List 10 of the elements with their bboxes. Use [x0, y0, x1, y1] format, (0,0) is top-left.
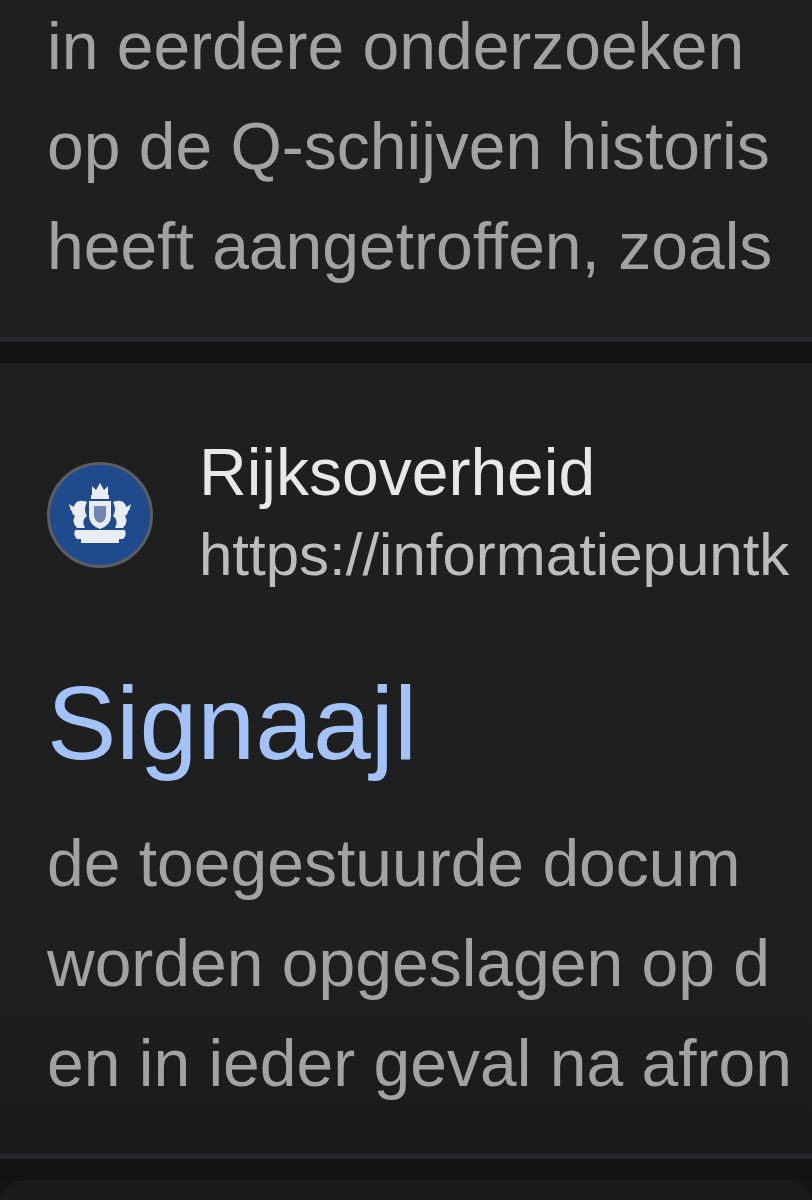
snippet-text-line: heeft aangetroffen, zoals — [47, 208, 773, 285]
snippet-text-line: worden opgeslagen op d — [47, 925, 770, 1002]
snippet-text-line: in eerdere onderzoeken — [47, 8, 745, 85]
site-url: https://informatiepuntk — [199, 520, 790, 590]
snippet-text-line: en in ieder geval na afron — [47, 1025, 792, 1102]
snippet-text-line: de toegestuurde docum — [47, 825, 741, 902]
result-title-link[interactable]: Signaajl — [47, 663, 418, 783]
snippet-text-line: op de Q-schijven historis — [47, 108, 770, 185]
coat-of-arms-icon — [47, 462, 153, 568]
site-name: Rijksoverheid — [199, 434, 597, 511]
